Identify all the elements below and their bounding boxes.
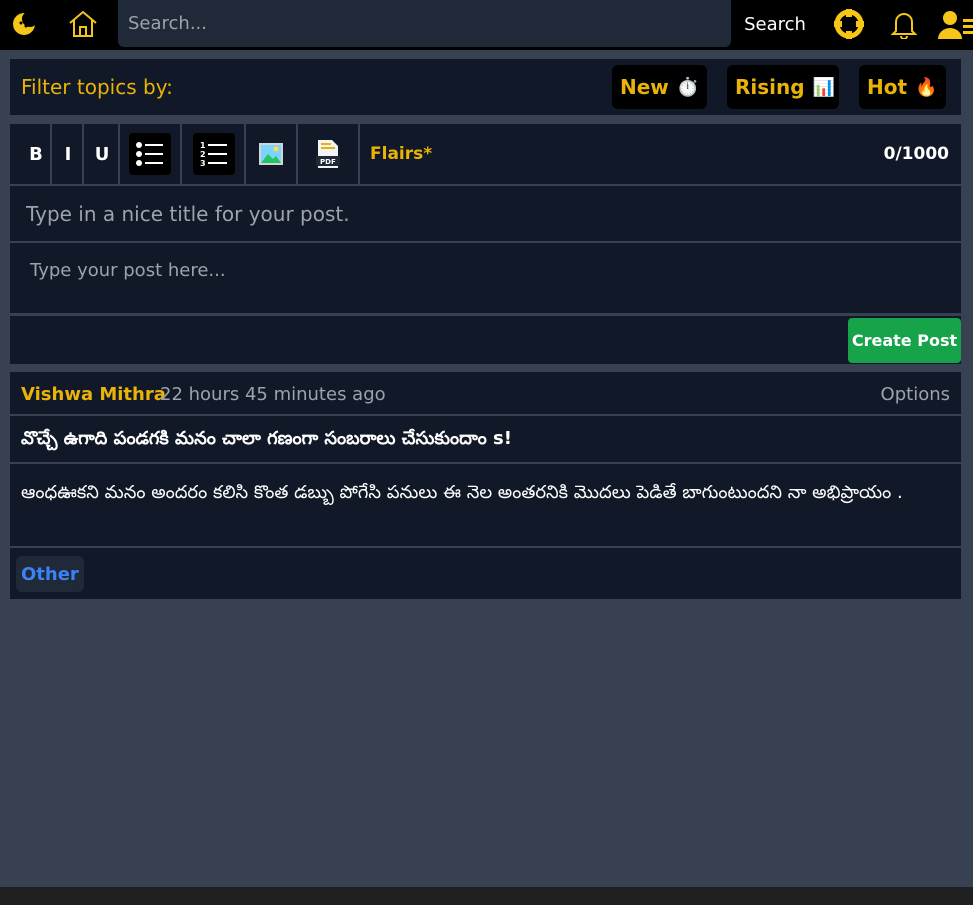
svg-text:2: 2: [200, 150, 206, 159]
italic-label: I: [64, 143, 72, 165]
filter-rising-label: Rising: [735, 75, 805, 99]
character-counter: 0/1000: [883, 144, 949, 164]
pdf-upload-button[interactable]: PDF: [298, 124, 360, 184]
os-taskbar: [0, 887, 973, 905]
search-input[interactable]: [118, 0, 731, 47]
create-post-button[interactable]: Create Post: [848, 318, 961, 363]
post-body-input[interactable]: [10, 244, 961, 316]
theme-moon-icon[interactable]: [8, 8, 40, 40]
post-timestamp: 22 hours 45 minutes ago: [160, 384, 386, 405]
bullet-list-icon: [129, 133, 171, 175]
svg-text:PDF: PDF: [320, 158, 336, 166]
user-menu-icon[interactable]: [938, 7, 973, 41]
post-title: వొచ్చే ఉగాది పండగకి మనం చాలా గణంగా సంబరా…: [10, 418, 961, 464]
top-nav: Search: [0, 0, 973, 50]
image-icon: [259, 143, 283, 165]
filter-new-label: New: [620, 75, 669, 99]
post-author[interactable]: Vishwa Mithra: [21, 384, 166, 405]
post-title-input[interactable]: [10, 186, 961, 243]
underline-label: U: [94, 143, 110, 165]
bold-button[interactable]: B: [22, 124, 52, 184]
flairs-button[interactable]: Flairs*: [370, 144, 432, 164]
filter-hot-label: Hot: [867, 75, 908, 99]
search-button[interactable]: Search: [736, 8, 814, 40]
svg-text:3: 3: [200, 159, 206, 168]
numbered-list-button[interactable]: 1 2 3: [184, 124, 246, 184]
underline-button[interactable]: U: [86, 124, 120, 184]
post-tag[interactable]: Other: [16, 556, 84, 592]
post-card: Vishwa Mithra 22 hours 45 minutes ago Op…: [10, 372, 961, 599]
stopwatch-icon: ⏱️: [676, 76, 700, 98]
bullet-list-button[interactable]: [120, 124, 182, 184]
lifebuoy-icon[interactable]: [832, 7, 866, 41]
post-body: ఆంధఊకని మనం అందరం కలిసి కొంత డబ్బు పోగేస…: [10, 466, 961, 548]
svg-text:1: 1: [200, 141, 206, 150]
post-header: Vishwa Mithra 22 hours 45 minutes ago Op…: [10, 372, 961, 416]
filter-bar: Filter topics by: New ⏱️ Rising 📊 Hot 🔥: [10, 59, 961, 115]
italic-button[interactable]: I: [54, 124, 84, 184]
filter-new-button[interactable]: New ⏱️: [612, 65, 707, 109]
numbered-list-icon: 1 2 3: [193, 133, 235, 175]
home-icon[interactable]: [64, 6, 102, 42]
bar-chart-icon: 📊: [812, 76, 835, 98]
filter-hot-button[interactable]: Hot 🔥: [859, 65, 946, 109]
bell-icon[interactable]: [887, 7, 921, 41]
post-editor: B I U 1 2 3 PDF Flairs* 0/1000 Type in a…: [10, 124, 961, 364]
post-options-button[interactable]: Options: [881, 384, 950, 405]
fire-icon: 🔥: [915, 76, 938, 98]
editor-toolbar: B I U 1 2 3 PDF Flairs* 0/1000: [10, 124, 961, 186]
image-upload-button[interactable]: [246, 124, 298, 184]
pdf-icon: PDF: [316, 140, 340, 168]
filter-rising-button[interactable]: Rising 📊: [727, 65, 839, 109]
bold-label: B: [29, 143, 43, 165]
filter-label: Filter topics by:: [21, 75, 173, 99]
